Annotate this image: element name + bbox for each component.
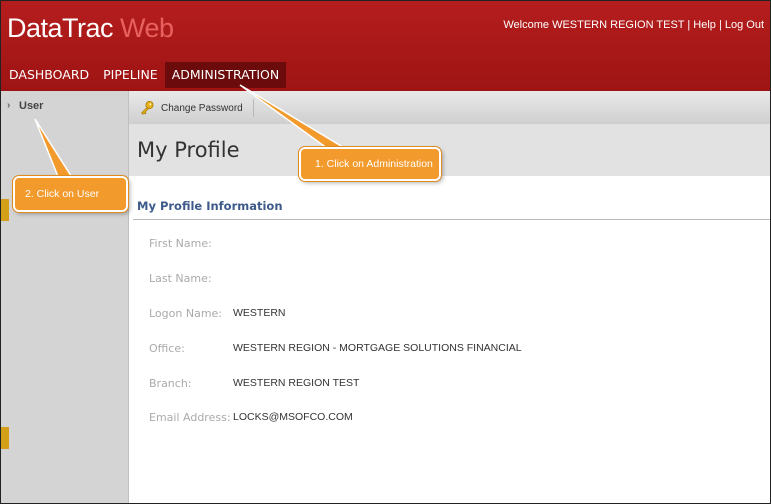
callout-step2-text: 2. Click on User [25,188,100,200]
office-value: WESTERN REGION - MORTGAGE SOLUTIONS FINA… [233,342,522,354]
branch-value: WESTERN REGION TEST [233,377,360,389]
callout-step1-text: 1. Click on Administration [315,158,433,170]
app-header: DataTrac Web Welcome WESTERN REGION TEST… [1,1,770,91]
callout-step1: 1. Click on Administration [299,147,441,181]
branch-label: Branch: [149,377,192,390]
sidebar-item-user[interactable]: › User [1,97,128,117]
key-icon [141,101,154,115]
office-label: Office: [149,342,185,355]
app-window: DataTrac Web Welcome WESTERN REGION TEST… [0,0,771,504]
sidebar: › User [1,91,129,503]
nav-administration[interactable]: ADMINISTRATION [164,62,287,88]
last-name-label: Last Name: [149,272,212,285]
page-title: My Profile [137,138,240,162]
email-label: Email Address: [149,411,231,424]
welcome-bar[interactable]: Welcome WESTERN REGION TEST | Help | Log… [503,19,764,31]
nav-dashboard[interactable]: DASHBOARD [1,62,96,88]
change-password-label: Change Password [161,102,243,114]
sidebar-item-label: User [19,100,44,112]
edge-marker [1,427,9,449]
logo-accent-text: Web [113,13,174,43]
logon-name-label: Logon Name: [149,307,223,320]
section-divider [133,219,770,220]
nav-pipeline[interactable]: PIPELINE [96,62,165,88]
toolbar: Change Password [129,91,770,125]
logon-name-value: WESTERN [233,307,286,319]
chevron-right-icon: › [7,100,11,111]
main-nav: DASHBOARD PIPELINE ADMINISTRATION [1,62,287,88]
callout-step2: 2. Click on User [13,176,128,212]
edge-marker [1,199,9,221]
app-logo[interactable]: DataTrac Web [7,13,174,44]
change-password-button[interactable]: Change Password [139,99,254,117]
email-value: LOCKS@MSOFCO.COM [233,411,353,423]
first-name-label: First Name: [149,237,212,250]
logo-main-text: DataTrac [7,13,114,43]
section-title: My Profile Information [137,199,283,213]
title-bar: My Profile [129,124,770,176]
